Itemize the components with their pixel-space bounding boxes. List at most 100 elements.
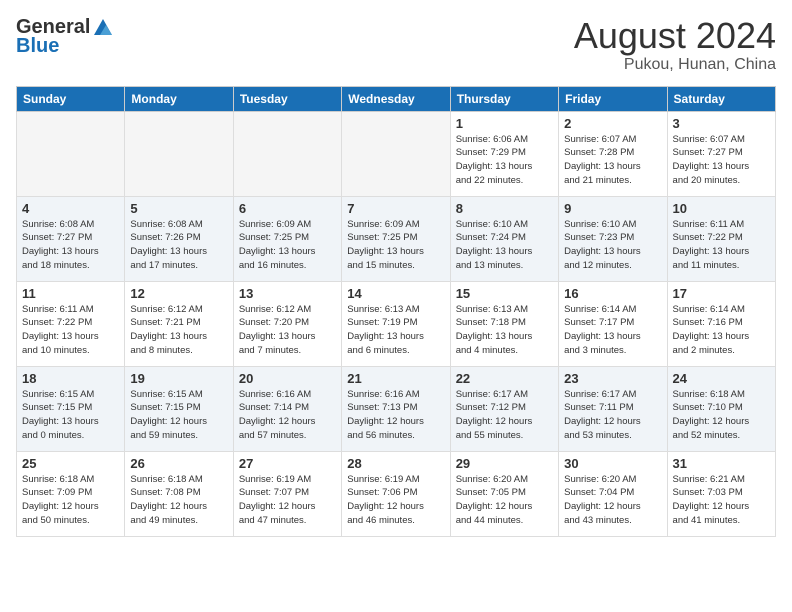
sun-info: Sunrise: 6:20 AMSunset: 7:04 PMDaylight:… [564,473,661,528]
sun-info: Sunrise: 6:09 AMSunset: 7:25 PMDaylight:… [347,218,444,273]
weekday-header-thursday: Thursday [450,86,558,111]
sun-info: Sunrise: 6:11 AMSunset: 7:22 PMDaylight:… [22,303,119,358]
calendar-cell: 1 Sunrise: 6:06 AMSunset: 7:29 PMDaylight… [450,111,558,196]
day-number: 3 [673,116,770,131]
calendar-cell: 3 Sunrise: 6:07 AMSunset: 7:27 PMDaylight… [667,111,775,196]
day-number: 1 [456,116,553,131]
sun-info: Sunrise: 6:09 AMSunset: 7:25 PMDaylight:… [239,218,336,273]
weekday-header-sunday: Sunday [17,86,125,111]
day-number: 12 [130,286,227,301]
calendar-week-row: 1 Sunrise: 6:06 AMSunset: 7:29 PMDaylight… [17,111,776,196]
sun-info: Sunrise: 6:17 AMSunset: 7:12 PMDaylight:… [456,388,553,443]
calendar-cell: 22 Sunrise: 6:17 AMSunset: 7:12 PMDayligh… [450,366,558,451]
day-number: 8 [456,201,553,216]
sun-info: Sunrise: 6:13 AMSunset: 7:18 PMDaylight:… [456,303,553,358]
location: Pukou, Hunan, China [574,56,776,74]
sun-info: Sunrise: 6:16 AMSunset: 7:13 PMDaylight:… [347,388,444,443]
calendar-cell: 19 Sunrise: 6:15 AMSunset: 7:15 PMDayligh… [125,366,233,451]
calendar-cell [233,111,341,196]
day-number: 25 [22,456,119,471]
calendar-cell: 16 Sunrise: 6:14 AMSunset: 7:17 PMDayligh… [559,281,667,366]
day-number: 21 [347,371,444,386]
page-header: General Blue August 2024 Pukou, Hunan, C… [16,16,776,74]
calendar-cell: 31Sunrise: 6:21 AMSunset: 7:03 PMDayligh… [667,451,775,536]
sun-info: Sunrise: 6:15 AMSunset: 7:15 PMDaylight:… [130,388,227,443]
calendar-week-row: 4 Sunrise: 6:08 AMSunset: 7:27 PMDaylight… [17,196,776,281]
day-number: 5 [130,201,227,216]
sun-info: Sunrise: 6:16 AMSunset: 7:14 PMDaylight:… [239,388,336,443]
calendar-cell: 9Sunrise: 6:10 AMSunset: 7:23 PMDaylight… [559,196,667,281]
calendar-cell: 26 Sunrise: 6:18 AMSunset: 7:08 PMDayligh… [125,451,233,536]
day-number: 23 [564,371,661,386]
calendar-week-row: 18 Sunrise: 6:15 AMSunset: 7:15 PMDayligh… [17,366,776,451]
sun-info: Sunrise: 6:19 AMSunset: 7:06 PMDaylight:… [347,473,444,528]
day-number: 6 [239,201,336,216]
calendar-cell: 28 Sunrise: 6:19 AMSunset: 7:06 PMDayligh… [342,451,450,536]
sun-info: Sunrise: 6:18 AMSunset: 7:09 PMDaylight:… [22,473,119,528]
day-number: 30 [564,456,661,471]
calendar-cell: 8Sunrise: 6:10 AMSunset: 7:24 PMDaylight… [450,196,558,281]
day-number: 31 [673,456,770,471]
title-area: August 2024 Pukou, Hunan, China [574,16,776,74]
calendar-cell: 24 Sunrise: 6:18 AMSunset: 7:10 PMDayligh… [667,366,775,451]
calendar-cell: 11Sunrise: 6:11 AMSunset: 7:22 PMDayligh… [17,281,125,366]
calendar-cell [17,111,125,196]
sun-info: Sunrise: 6:19 AMSunset: 7:07 PMDaylight:… [239,473,336,528]
month-title: August 2024 [574,16,776,56]
day-number: 20 [239,371,336,386]
calendar-cell: 6 Sunrise: 6:09 AMSunset: 7:25 PMDaylight… [233,196,341,281]
weekday-header-wednesday: Wednesday [342,86,450,111]
day-number: 19 [130,371,227,386]
day-number: 14 [347,286,444,301]
weekday-header-saturday: Saturday [667,86,775,111]
calendar-cell: 27 Sunrise: 6:19 AMSunset: 7:07 PMDayligh… [233,451,341,536]
sun-info: Sunrise: 6:14 AMSunset: 7:17 PMDaylight:… [564,303,661,358]
calendar-cell: 15 Sunrise: 6:13 AMSunset: 7:18 PMDayligh… [450,281,558,366]
sun-info: Sunrise: 6:12 AMSunset: 7:21 PMDaylight:… [130,303,227,358]
calendar-cell: 4 Sunrise: 6:08 AMSunset: 7:27 PMDaylight… [17,196,125,281]
day-number: 24 [673,371,770,386]
day-number: 29 [456,456,553,471]
sun-info: Sunrise: 6:20 AMSunset: 7:05 PMDaylight:… [456,473,553,528]
calendar-cell: 13Sunrise: 6:12 AMSunset: 7:20 PMDayligh… [233,281,341,366]
sun-info: Sunrise: 6:10 AMSunset: 7:23 PMDaylight:… [564,218,661,273]
day-number: 13 [239,286,336,301]
calendar-table: SundayMondayTuesdayWednesdayThursdayFrid… [16,86,776,537]
calendar-cell: 2Sunrise: 6:07 AMSunset: 7:28 PMDaylight… [559,111,667,196]
weekday-header-row: SundayMondayTuesdayWednesdayThursdayFrid… [17,86,776,111]
day-number: 22 [456,371,553,386]
calendar-cell: 18Sunrise: 6:15 AMSunset: 7:15 PMDayligh… [17,366,125,451]
sun-info: Sunrise: 6:18 AMSunset: 7:08 PMDaylight:… [130,473,227,528]
calendar-cell: 14 Sunrise: 6:13 AMSunset: 7:19 PMDayligh… [342,281,450,366]
weekday-header-monday: Monday [125,86,233,111]
day-number: 28 [347,456,444,471]
calendar-week-row: 25 Sunrise: 6:18 AMSunset: 7:09 PMDayligh… [17,451,776,536]
day-number: 7 [347,201,444,216]
sun-info: Sunrise: 6:06 AMSunset: 7:29 PMDaylight:… [456,133,553,188]
day-number: 15 [456,286,553,301]
calendar-cell: 7 Sunrise: 6:09 AMSunset: 7:25 PMDaylight… [342,196,450,281]
calendar-cell [125,111,233,196]
calendar-cell [342,111,450,196]
calendar-week-row: 11Sunrise: 6:11 AMSunset: 7:22 PMDayligh… [17,281,776,366]
day-number: 4 [22,201,119,216]
calendar-cell: 29 Sunrise: 6:20 AMSunset: 7:05 PMDayligh… [450,451,558,536]
sun-info: Sunrise: 6:08 AMSunset: 7:26 PMDaylight:… [130,218,227,273]
sun-info: Sunrise: 6:07 AMSunset: 7:27 PMDaylight:… [673,133,770,188]
sun-info: Sunrise: 6:08 AMSunset: 7:27 PMDaylight:… [22,218,119,273]
logo: General Blue [16,16,114,58]
sun-info: Sunrise: 6:13 AMSunset: 7:19 PMDaylight:… [347,303,444,358]
calendar-cell: 23Sunrise: 6:17 AMSunset: 7:11 PMDayligh… [559,366,667,451]
day-number: 18 [22,371,119,386]
day-number: 27 [239,456,336,471]
logo-icon [92,17,114,39]
day-number: 16 [564,286,661,301]
sun-info: Sunrise: 6:14 AMSunset: 7:16 PMDaylight:… [673,303,770,358]
calendar-cell: 20 Sunrise: 6:16 AMSunset: 7:14 PMDayligh… [233,366,341,451]
calendar-cell: 30 Sunrise: 6:20 AMSunset: 7:04 PMDayligh… [559,451,667,536]
sun-info: Sunrise: 6:11 AMSunset: 7:22 PMDaylight:… [673,218,770,273]
sun-info: Sunrise: 6:07 AMSunset: 7:28 PMDaylight:… [564,133,661,188]
calendar-cell: 12 Sunrise: 6:12 AMSunset: 7:21 PMDayligh… [125,281,233,366]
day-number: 26 [130,456,227,471]
sun-info: Sunrise: 6:18 AMSunset: 7:10 PMDaylight:… [673,388,770,443]
